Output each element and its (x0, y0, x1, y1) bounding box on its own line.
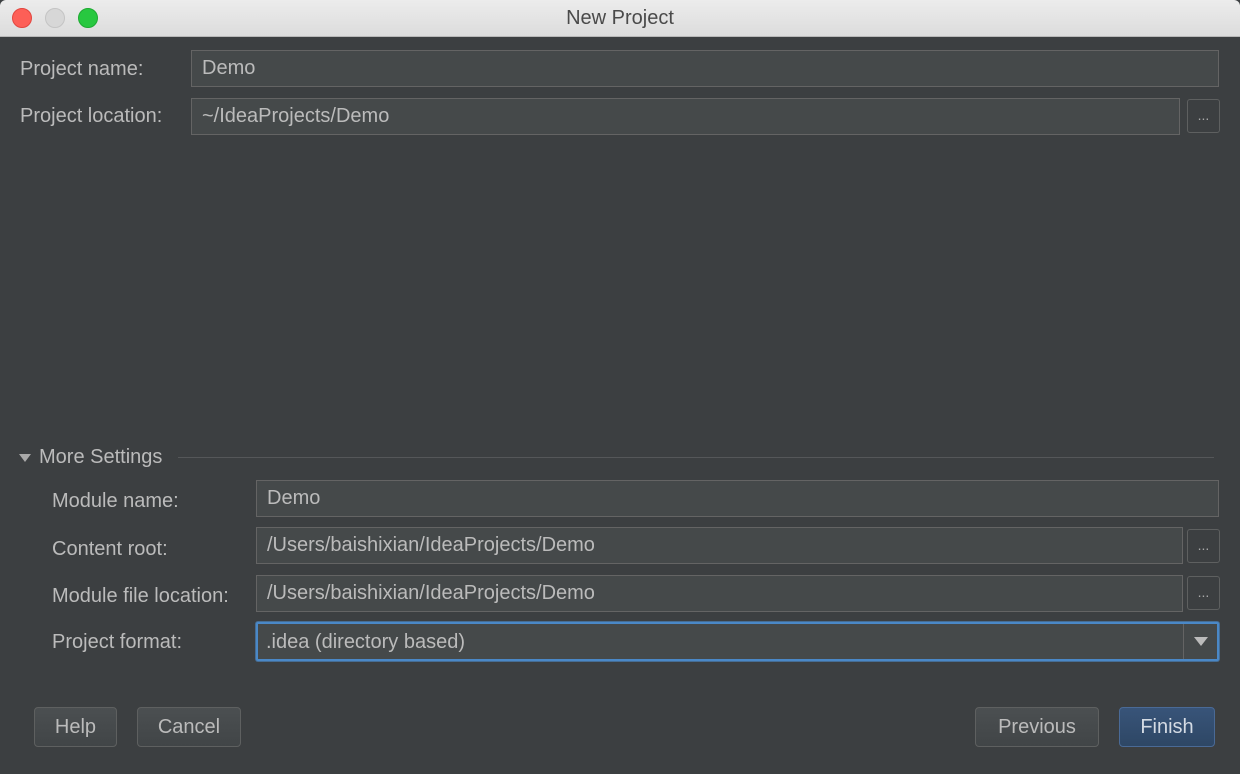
dropdown-button[interactable] (1183, 624, 1217, 659)
project-format-value: .idea (directory based) (266, 631, 465, 653)
finish-button[interactable]: Finish (1119, 707, 1215, 747)
content-root-input[interactable]: /Users/baishixian/IdeaProjects/Demo (256, 527, 1183, 564)
title-bar: New Project (0, 0, 1240, 37)
project-location-label: Project location: (20, 105, 163, 127)
project-format-label: Project format: (52, 631, 183, 653)
cancel-button[interactable]: Cancel (137, 707, 241, 747)
help-button[interactable]: Help (34, 707, 117, 747)
previous-button[interactable]: Previous (975, 707, 1099, 747)
expand-triangle-icon[interactable] (19, 454, 31, 462)
more-settings-toggle[interactable]: More Settings (39, 446, 162, 469)
module-name-label: Module name: (52, 490, 179, 512)
project-name-label: Project name: (20, 58, 144, 80)
chevron-down-icon (1194, 637, 1208, 646)
content-root-browse-button[interactable]: ... (1187, 529, 1220, 563)
section-divider (178, 457, 1214, 458)
module-file-location-input[interactable]: /Users/baishixian/IdeaProjects/Demo (256, 575, 1183, 612)
project-name-input[interactable]: Demo (191, 50, 1219, 87)
content-root-label: Content root: (52, 538, 168, 560)
window-title: New Project (566, 7, 674, 29)
project-location-input[interactable]: ~/IdeaProjects/Demo (191, 98, 1180, 135)
project-location-browse-button[interactable]: ... (1187, 99, 1220, 133)
module-file-location-browse-button[interactable]: ... (1187, 576, 1220, 610)
module-name-input[interactable]: Demo (256, 480, 1219, 517)
module-file-location-label: Module file location: (52, 585, 229, 607)
project-format-select[interactable]: .idea (directory based) (256, 622, 1219, 661)
